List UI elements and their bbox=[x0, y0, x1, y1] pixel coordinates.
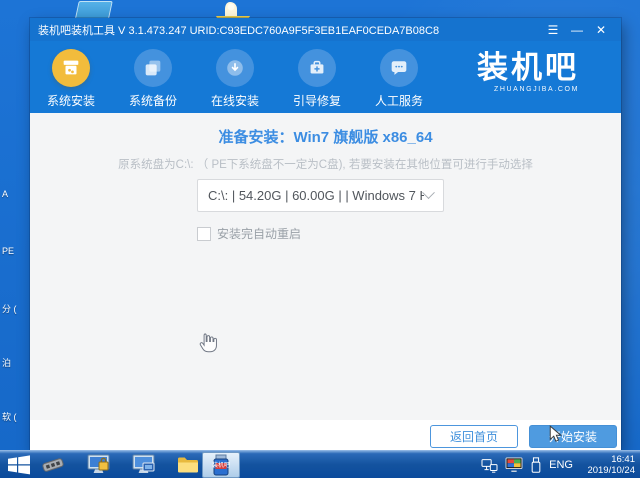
clock-date: 2019/10/24 bbox=[587, 465, 635, 476]
nav-item-human-service[interactable]: 人工服务 bbox=[358, 49, 440, 109]
nav-item-system-backup[interactable]: 系统备份 bbox=[112, 49, 194, 109]
app-logo: 装机吧 ZHUANGJIBA.COM bbox=[477, 50, 579, 94]
back-home-button[interactable]: 返回首页 bbox=[430, 425, 518, 448]
menu-icon[interactable]: ☰ bbox=[541, 23, 565, 37]
hand-cursor bbox=[195, 329, 221, 359]
nav-item-online-install[interactable]: 在线安装 bbox=[194, 49, 276, 109]
desktop-icon-label: 软 ( bbox=[2, 412, 17, 422]
taskbar-usb-hub-icon[interactable] bbox=[40, 453, 66, 477]
clock-time: 16:41 bbox=[611, 453, 635, 465]
taskbar: 装机吧 ENG 16:41 2019/10/24 bbox=[0, 450, 640, 478]
desktop-icon-label: 泊 bbox=[2, 358, 12, 368]
chat-bubble-icon bbox=[380, 49, 418, 87]
nav-label: 引导修复 bbox=[292, 94, 341, 108]
taskbar-zhuangjiba-button[interactable]: 装机吧 bbox=[202, 452, 240, 478]
minimize-icon[interactable]: — bbox=[565, 23, 589, 37]
auto-restart-checkbox[interactable] bbox=[197, 226, 211, 241]
tray-usb-icon[interactable] bbox=[530, 456, 542, 474]
page-subtitle: 原系统盘为C:\: （ PE下系统盘不一定为C盘), 若要安装在其他位置可进行手… bbox=[118, 159, 533, 171]
logo-subtext: ZHUANGJIBA.COM bbox=[493, 86, 579, 94]
main-content: 准备安装：Win7 旗舰版 x86_64 原系统盘为C:\: （ PE下系统盘不… bbox=[30, 113, 621, 420]
footer: 返回首页 开始安装 bbox=[30, 420, 621, 450]
backup-copies-icon bbox=[134, 49, 172, 87]
nav-label: 系统安装 bbox=[46, 94, 95, 108]
language-indicator[interactable]: ENG bbox=[549, 459, 573, 471]
system-tray: ENG 16:41 2019/10/24 bbox=[481, 451, 638, 478]
logo-text: 装机吧 bbox=[477, 50, 579, 85]
desktop-icon-label: A bbox=[2, 189, 9, 199]
titlebar: 装机吧装机工具 V 3.1.473.247 URID:C93EDC760A9F5… bbox=[30, 18, 621, 41]
taskbar-folder-icon[interactable] bbox=[176, 453, 200, 477]
page-title: 准备安装：Win7 旗舰版 x86_64 bbox=[218, 129, 433, 146]
nav-label: 系统备份 bbox=[128, 94, 177, 108]
nav-header: 系统安装 系统备份 在线安装 引导修复 人工服务 装机吧 ZHUANGJIBA.… bbox=[30, 41, 621, 113]
disk-select-value: C:\: | 54.20G | 60.00G | | Windows 7 Hor bbox=[208, 188, 424, 203]
taskbar-pc-network-icon[interactable] bbox=[131, 453, 157, 477]
nav-item-system-install[interactable]: 系统安装 bbox=[30, 49, 112, 109]
desktop-icon-label: PE bbox=[2, 246, 15, 256]
chevron-down-icon bbox=[422, 186, 435, 200]
app-window: 装机吧装机工具 V 3.1.473.247 URID:C93EDC760A9F5… bbox=[30, 18, 621, 450]
repair-toolbox-icon bbox=[298, 49, 336, 87]
close-icon[interactable]: ✕ bbox=[589, 23, 613, 37]
nav-item-boot-repair[interactable]: 引导修复 bbox=[276, 49, 358, 109]
nav-label: 人工服务 bbox=[374, 94, 423, 108]
auto-restart-row: 安装完自动重启 bbox=[197, 225, 301, 242]
desktop: A PE 分 ( 泊 软 ( 装机吧装机工具 V 3.1.473.247 URI… bbox=[0, 0, 640, 478]
desktop-icon-label: 分 ( bbox=[2, 304, 17, 314]
auto-restart-label: 安装完自动重启 bbox=[217, 227, 302, 241]
arrow-cursor bbox=[545, 424, 566, 445]
taskbar-pc-lock-icon[interactable] bbox=[86, 453, 112, 477]
start-install-button[interactable]: 开始安装 bbox=[529, 425, 617, 448]
nav-label: 在线安装 bbox=[210, 94, 259, 108]
download-circle-icon bbox=[216, 49, 254, 87]
window-title: 装机吧装机工具 V 3.1.473.247 URID:C93EDC760A9F5… bbox=[38, 24, 440, 37]
install-box-icon bbox=[52, 49, 90, 87]
start-button[interactable] bbox=[6, 454, 32, 476]
tray-display-icon[interactable] bbox=[505, 457, 523, 473]
disk-select[interactable]: C:\: | 54.20G | 60.00G | | Windows 7 Hor bbox=[197, 179, 444, 212]
tray-network-icon[interactable] bbox=[481, 458, 498, 473]
clock[interactable]: 16:41 2019/10/24 bbox=[580, 454, 638, 477]
